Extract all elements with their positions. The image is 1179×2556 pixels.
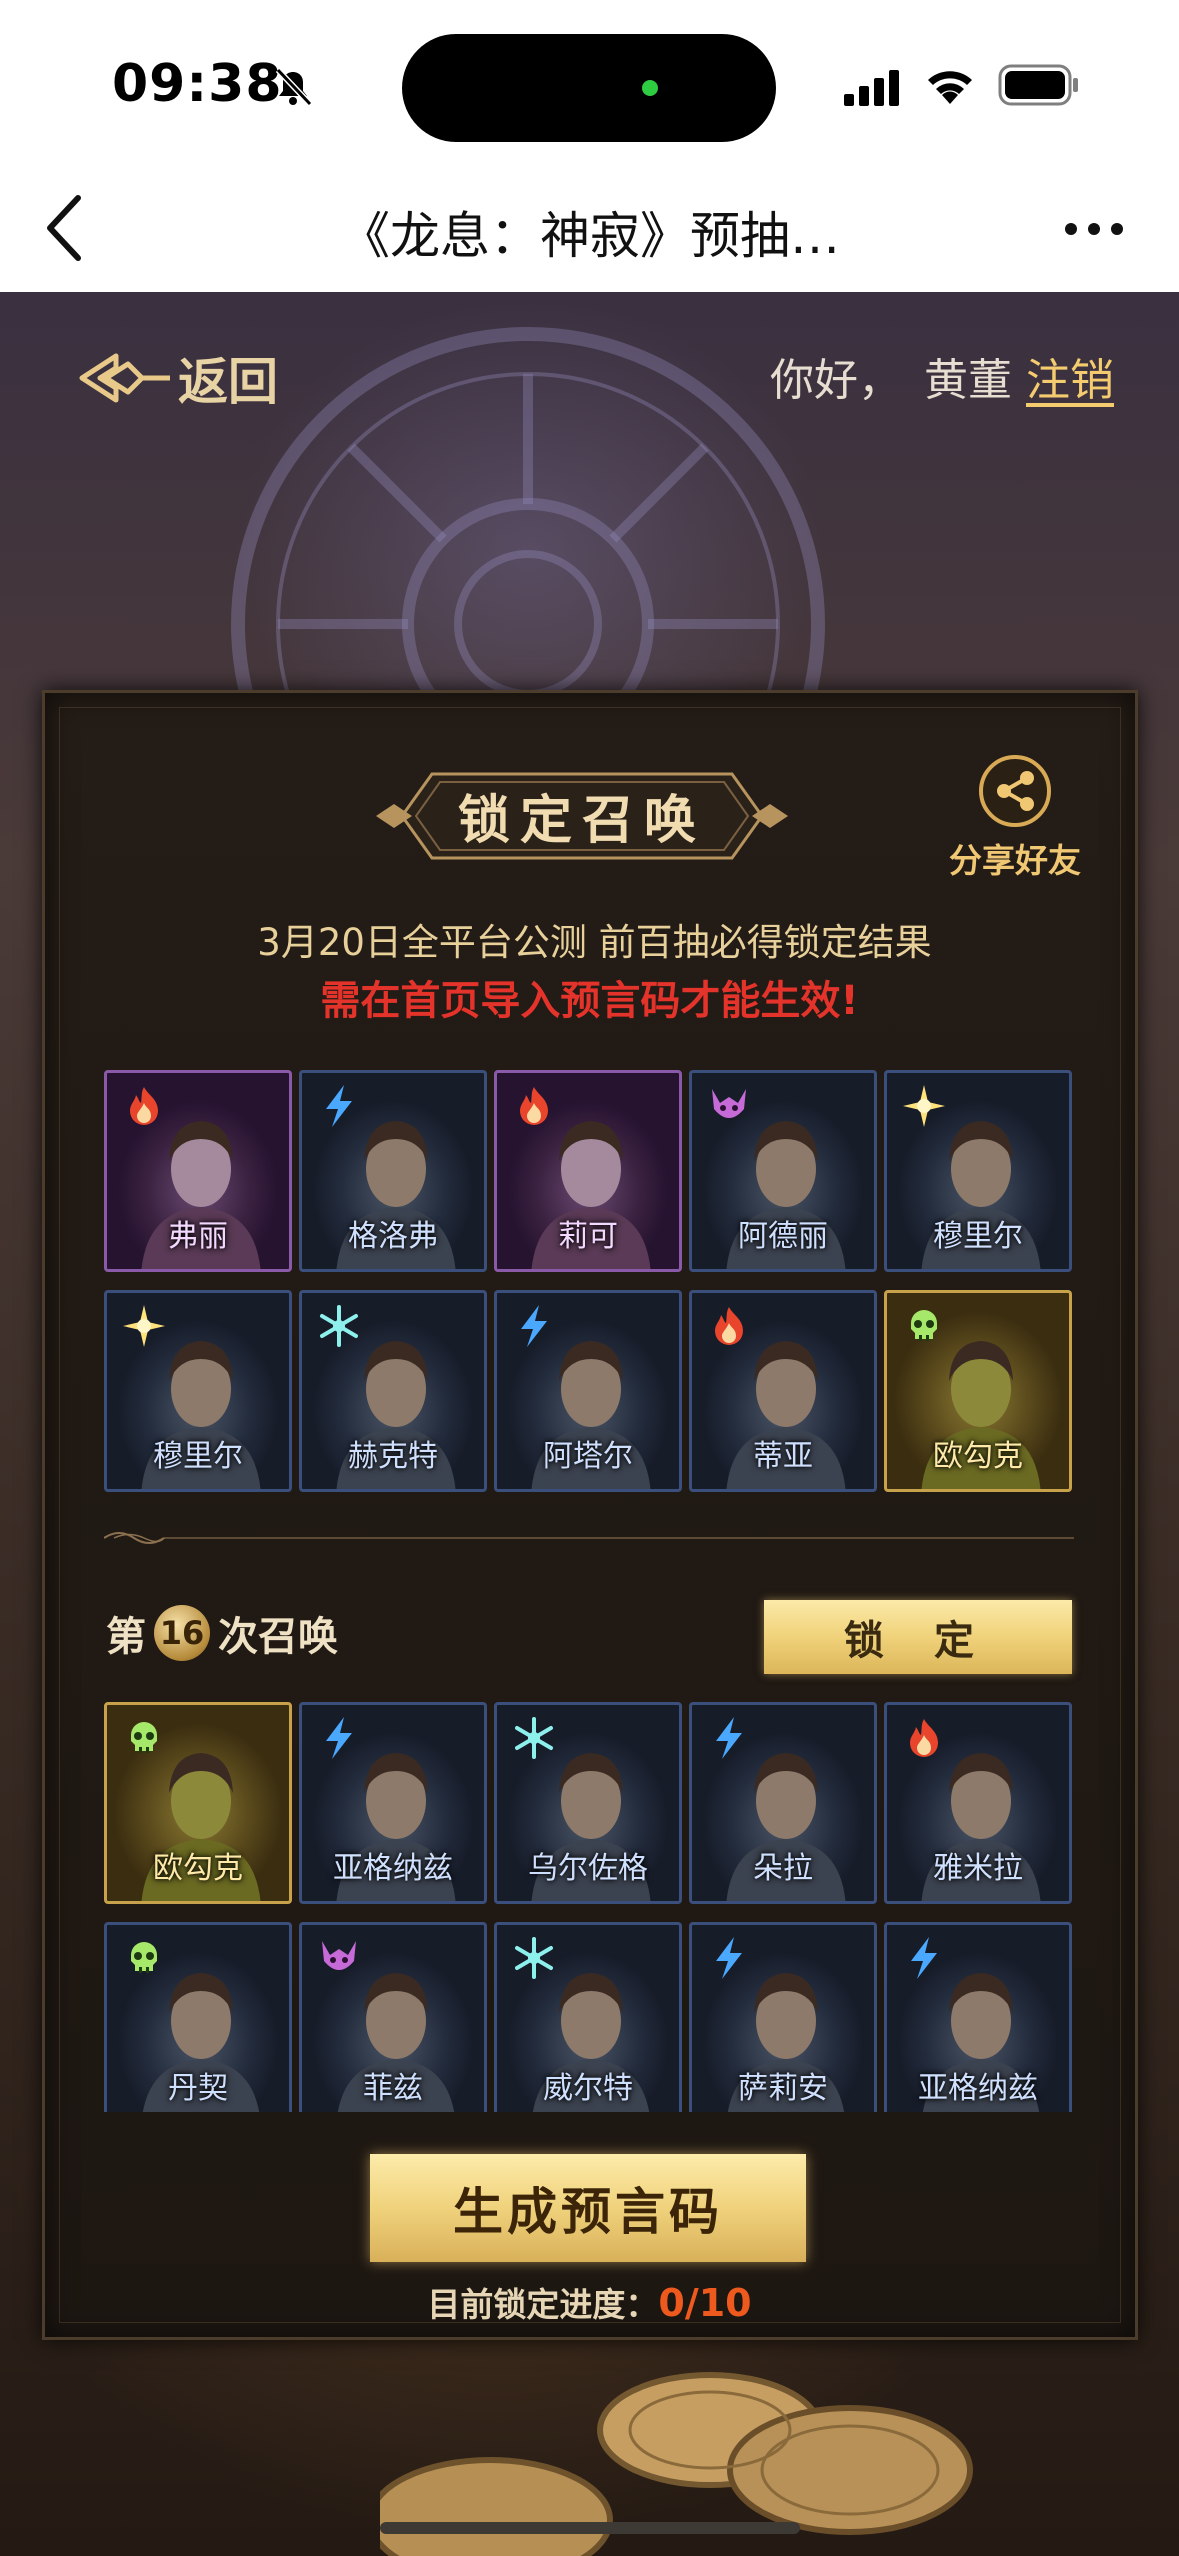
share-icon[interactable] bbox=[976, 752, 1054, 830]
ornate-arrow-left-icon bbox=[79, 353, 170, 403]
summon-suffix: 次召唤 bbox=[218, 1614, 338, 1660]
summon-result-grid[interactable]: 欧勾克 亚格纳兹 乌尔佐格 朵拉 雅米拉 丹契 菲兹 威尔特 萨莉安 亚格纳兹 bbox=[104, 1702, 1072, 2112]
hero-name: 雅米拉 bbox=[933, 1851, 1023, 1886]
ice-icon bbox=[515, 1937, 553, 1979]
wifi-icon bbox=[928, 71, 972, 104]
bell-slash-icon bbox=[275, 67, 313, 107]
hero-name: 阿德丽 bbox=[738, 1219, 828, 1254]
hero-name: 威尔特 bbox=[543, 2071, 633, 2106]
summon-prefix: 第 bbox=[106, 1614, 146, 1660]
ios-top-chrome: 09:38 《龙息：神寂》预抽… bbox=[0, 0, 1179, 292]
hero-name: 穆里尔 bbox=[153, 1439, 243, 1474]
import-warning-text: 需在首页导入预言码才能生效! bbox=[320, 978, 859, 1024]
hero-card[interactable]: 雅米拉 bbox=[884, 1702, 1072, 1904]
lightning-icon bbox=[716, 1717, 742, 1759]
hero-card[interactable]: 菲兹 bbox=[299, 1922, 487, 2112]
dynamic-island bbox=[402, 34, 776, 142]
hero-name: 弗丽 bbox=[168, 1219, 228, 1254]
hero-card[interactable]: 阿德丽 bbox=[689, 1070, 877, 1272]
lightning-icon bbox=[716, 1937, 742, 1979]
hero-name: 阿塔尔 bbox=[543, 1439, 633, 1474]
ornamental-divider bbox=[104, 1532, 1074, 1544]
game-back-label: 返回 bbox=[178, 352, 278, 411]
lock-button[interactable]: 锁 定 bbox=[764, 1600, 1072, 1674]
hero-card[interactable]: 亚格纳兹 bbox=[299, 1702, 487, 1904]
summon-count-badge: 16 bbox=[154, 1605, 210, 1661]
poison-icon bbox=[911, 1310, 937, 1341]
home-indicator[interactable] bbox=[380, 2522, 800, 2534]
hero-card[interactable]: 赫克特 bbox=[299, 1290, 487, 1492]
summon-count: 第 16 次召唤 bbox=[106, 1604, 338, 1662]
light-icon bbox=[123, 1305, 165, 1347]
lightning-icon bbox=[521, 1305, 547, 1347]
hero-card[interactable]: 萨莉安 bbox=[689, 1922, 877, 2112]
fire-icon bbox=[715, 1307, 743, 1345]
fire-icon bbox=[130, 1087, 158, 1125]
hero-card[interactable]: 丹契 bbox=[104, 1922, 292, 2112]
greeting-text: 你好， bbox=[770, 355, 902, 406]
fire-icon bbox=[910, 1719, 938, 1757]
hero-name: 赫克特 bbox=[348, 1439, 438, 1474]
hero-name: 菲兹 bbox=[363, 2071, 423, 2106]
battery-icon bbox=[998, 64, 1078, 106]
more-options-icon[interactable] bbox=[1064, 222, 1124, 236]
hero-card[interactable]: 阿塔尔 bbox=[494, 1290, 682, 1492]
demon-icon bbox=[322, 1941, 356, 1970]
hero-name: 朵拉 bbox=[753, 1851, 813, 1886]
game-back-button[interactable]: 返回 bbox=[76, 342, 278, 414]
hero-card[interactable]: 蒂亚 bbox=[689, 1290, 877, 1492]
hero-card[interactable]: 亚格纳兹 bbox=[884, 1922, 1072, 2112]
greeting: 你好， 黄董 bbox=[770, 344, 1034, 408]
hero-card[interactable]: 欧勾克 bbox=[884, 1290, 1072, 1492]
hero-card[interactable]: 穆里尔 bbox=[104, 1290, 292, 1492]
lightning-icon bbox=[326, 1085, 352, 1127]
hero-card[interactable]: 弗丽 bbox=[104, 1070, 292, 1272]
demon-icon bbox=[712, 1089, 746, 1118]
hero-name: 蒂亚 bbox=[753, 1439, 813, 1474]
cellular-signal-icon bbox=[844, 70, 899, 106]
logout-link[interactable]: 注销 bbox=[1026, 344, 1114, 408]
lightning-icon bbox=[911, 1937, 937, 1979]
user-name: 黄董 bbox=[924, 355, 1012, 406]
locked-hero-grid: 弗丽 格洛弗 莉可 阿德丽 穆里尔 穆里尔 赫克特 阿塔尔 蒂亚 欧勾克 bbox=[104, 1070, 1072, 1492]
game-page: 返回 你好， 黄董 注销 锁定召唤 分享好友 3月20日全平台公测 前百抽必得锁定… bbox=[0, 292, 1179, 2556]
hero-name: 亚格纳兹 bbox=[333, 1851, 453, 1886]
hero-name: 莉可 bbox=[558, 1219, 618, 1254]
launch-info-text: 3月20日全平台公测 前百抽必得锁定结果 bbox=[257, 921, 932, 964]
hero-name: 欧勾克 bbox=[933, 1439, 1023, 1474]
hero-name: 乌尔佐格 bbox=[528, 1851, 648, 1886]
hero-name: 穆里尔 bbox=[933, 1219, 1023, 1254]
hero-name: 丹契 bbox=[168, 2071, 228, 2106]
panel-title: 锁定召唤 bbox=[457, 790, 706, 851]
hero-name: 萨莉安 bbox=[738, 2071, 828, 2106]
hero-card[interactable]: 格洛弗 bbox=[299, 1070, 487, 1272]
status-time: 09:38 bbox=[112, 54, 283, 114]
background-coins-decoration bbox=[380, 2372, 973, 2556]
hero-card[interactable]: 乌尔佐格 bbox=[494, 1702, 682, 1904]
lightning-icon bbox=[326, 1717, 352, 1759]
progress-value: 0/10 bbox=[658, 2281, 752, 2325]
hero-name: 亚格纳兹 bbox=[918, 2071, 1038, 2106]
fire-icon bbox=[520, 1087, 548, 1125]
hero-name: 欧勾克 bbox=[153, 1851, 243, 1886]
hero-name: 格洛弗 bbox=[348, 1219, 438, 1254]
progress-label: 目前锁定进度： bbox=[427, 2285, 659, 2324]
hero-card[interactable]: 穆里尔 bbox=[884, 1070, 1072, 1272]
light-icon bbox=[903, 1085, 945, 1127]
ice-icon bbox=[320, 1305, 358, 1347]
hero-card[interactable]: 威尔特 bbox=[494, 1922, 682, 2112]
nav-back-chevron-icon[interactable] bbox=[40, 188, 90, 268]
camera-indicator bbox=[642, 80, 658, 96]
nav-title: 《龙息：神寂》预抽… bbox=[340, 207, 840, 265]
poison-icon bbox=[131, 1942, 157, 1973]
poison-icon bbox=[131, 1722, 157, 1753]
ice-icon bbox=[515, 1717, 553, 1759]
hero-card[interactable]: 欧勾克 bbox=[104, 1702, 292, 1904]
hero-card[interactable]: 莉可 bbox=[494, 1070, 682, 1272]
lock-progress: 目前锁定进度：0/10 bbox=[0, 2278, 1179, 2326]
hero-card[interactable]: 朵拉 bbox=[689, 1702, 877, 1904]
generate-code-button[interactable]: 生成预言码 bbox=[370, 2154, 806, 2262]
share-friends-label[interactable]: 分享好友 bbox=[938, 834, 1092, 882]
